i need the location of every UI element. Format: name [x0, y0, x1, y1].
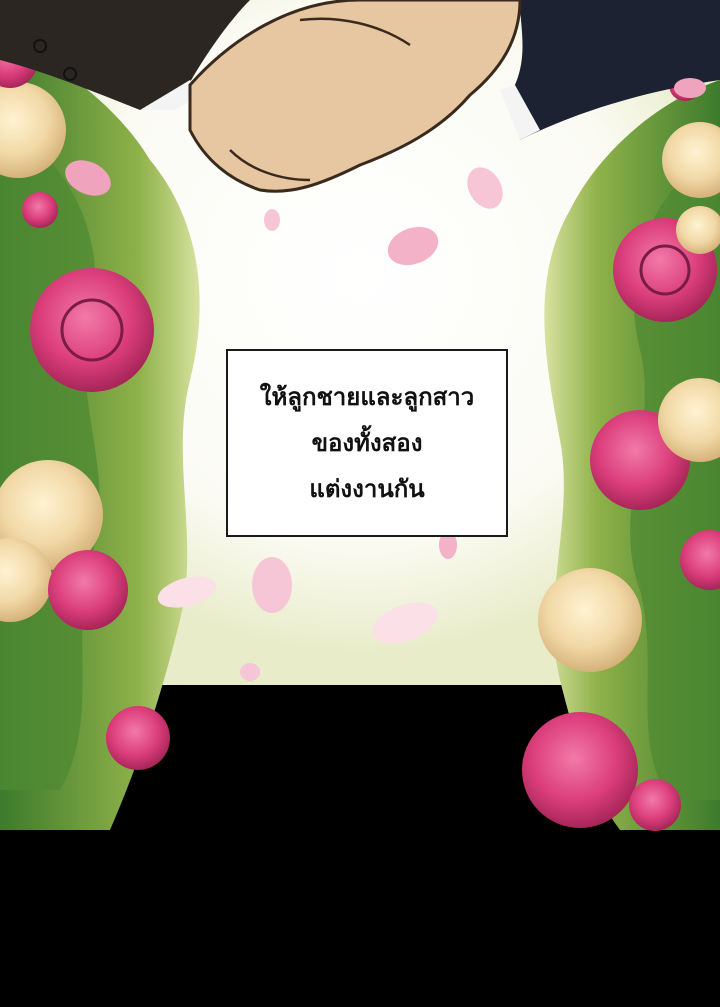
narration-line-2: ของทั้งสอง [311, 429, 423, 457]
narration-line-1: ให้ลูกชายและลูกสาว [259, 383, 475, 411]
narration-line-3: แต่งงานกัน [309, 475, 425, 503]
narration-box: ให้ลูกชายและลูกสาว ของทั้งสอง แต่งงานกัน [226, 349, 508, 537]
comic-panel: ให้ลูกชายและลูกสาว ของทั้งสอง แต่งงานกัน [0, 0, 720, 1007]
